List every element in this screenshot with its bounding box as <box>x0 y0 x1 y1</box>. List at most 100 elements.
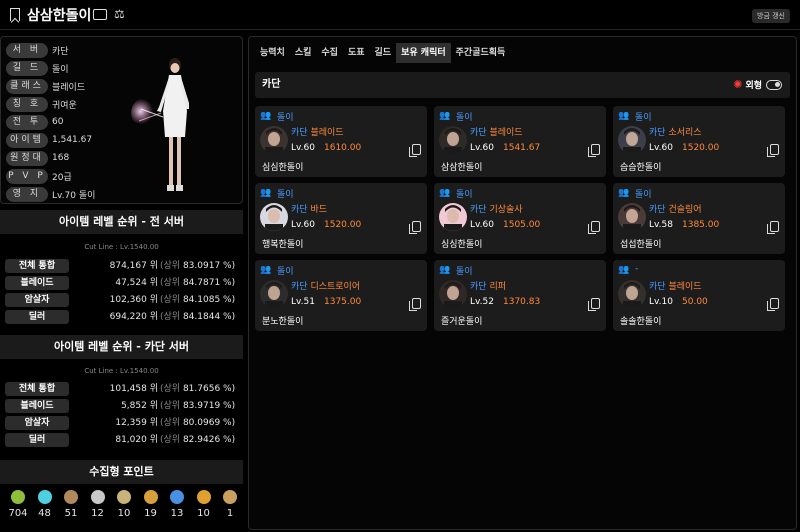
rank-percent: (상위 84.7871 %) <box>160 276 235 290</box>
tab-3[interactable]: 도표 <box>343 43 370 63</box>
rank-percent-prefix: (상위 <box>160 312 181 322</box>
rank-value: 102,360 위 <box>72 293 158 307</box>
copy-icon[interactable] <box>767 221 779 234</box>
character-class-name: 기상술사 <box>489 205 523 215</box>
copy-icon[interactable] <box>409 298 421 311</box>
character-guild: 돌이 <box>277 267 294 277</box>
rank-percent-prefix: (상위 <box>160 435 181 445</box>
character-card[interactable]: 👥 돌이 카단 바드 Lv.60 1520.00 행복한돌이 <box>255 183 427 254</box>
copy-icon[interactable] <box>588 298 600 311</box>
character-item-level: 1520.00 <box>682 143 720 153</box>
rank-percent-value: 84.7871 %) <box>182 278 236 288</box>
character-server: 카단 <box>649 282 666 292</box>
tab-1[interactable]: 스킬 <box>290 43 317 63</box>
copy-icon[interactable] <box>588 144 600 157</box>
character-item-level: 1541.67 <box>503 143 541 153</box>
rank-label: 전체 통합 <box>5 382 69 396</box>
collection-item[interactable]: 51 <box>60 490 82 519</box>
character-item-level: 50.00 <box>682 297 708 307</box>
rank-unit: 위 <box>149 312 158 322</box>
appearance-toggle-group: ✺ 외형 <box>733 78 782 91</box>
rank-number: 102,360 <box>109 295 147 305</box>
tab-bar: 능력치 스킬 수집 도표 길드 보유 캐릭터 주간골드획득 <box>255 43 510 65</box>
character-name: 행복한돌이 <box>262 240 304 250</box>
tab-5[interactable]: 보유 캐릭터 <box>396 43 451 63</box>
character-server: 카단 <box>649 205 666 215</box>
rank-label: 블레이드 <box>5 399 69 413</box>
ranking-all-title: 아이템 레벨 순위 - 전 서버 <box>0 210 243 234</box>
rank-number: 81,020 <box>115 435 147 445</box>
profile-panel: 서 버 카단 길 드 돌이 클래스 블레이드 칭 호 귀여운 전 투 60 아이템 1,541.67 원… <box>0 36 243 204</box>
collection-count: 1 <box>226 508 234 519</box>
guild-icon: 👥 <box>260 111 272 121</box>
character-card[interactable]: 👥 돌이 카단 소서리스 Lv.60 1520.00 슴슴한돌이 <box>613 106 785 177</box>
character-card[interactable]: 👥 돌이 카단 기상술사 Lv.60 1505.00 싱싱한돌이 <box>434 183 606 254</box>
profile-label: 영 지 <box>6 186 48 202</box>
character-class-name: 블레이드 <box>310 128 344 138</box>
rank-row: 암살자 102,360 위 (상위 84.1085 %) <box>0 293 243 308</box>
rank-percent-value: 80.0969 %) <box>182 418 236 428</box>
character-guild: 돌이 <box>456 190 473 200</box>
tab-4[interactable]: 길드 <box>370 43 397 63</box>
rank-value: 101,458 위 <box>72 382 158 396</box>
giant-heart-icon <box>90 490 105 504</box>
profile-value: 20급 <box>52 172 72 183</box>
character-card[interactable]: 👥 돌이 카단 건슬링어 Lv.58 1385.00 섭섭한돌이 <box>613 183 785 254</box>
collection-points: 704 48 51 12 10 19 13 10 1 <box>0 490 243 530</box>
character-item-level: 1505.00 <box>503 220 541 230</box>
copy-icon[interactable] <box>767 144 779 157</box>
rank-label: 전체 통합 <box>5 259 69 273</box>
character-item-level: 1520.00 <box>324 220 362 230</box>
copy-icon[interactable] <box>588 221 600 234</box>
character-card[interactable]: 👥 - 카단 블레이드 Lv.10 50.00 솔솔한돌이 <box>613 260 785 331</box>
collection-item[interactable]: 48 <box>34 490 56 519</box>
character-class: 카단 소서리스 <box>649 125 702 138</box>
guild-icon: 👥 <box>260 265 272 275</box>
collection-item[interactable]: 10 <box>113 490 135 519</box>
appearance-toggle[interactable] <box>766 79 782 90</box>
collection-item[interactable]: 19 <box>140 490 162 519</box>
collection-item[interactable]: 10 <box>193 490 215 519</box>
ignea-token-icon <box>117 490 131 504</box>
character-class-name: 리퍼 <box>489 282 506 292</box>
copy-icon[interactable] <box>409 221 421 234</box>
profile-label: 아이템 <box>6 132 48 148</box>
profile-row: 길 드 돌이 <box>6 60 69 76</box>
tab-6[interactable]: 주간골드획득 <box>451 43 511 63</box>
copy-icon[interactable] <box>409 144 421 157</box>
character-card[interactable]: 👥 돌이 카단 블레이드 Lv.60 1610.00 심심한돌이 <box>255 106 427 177</box>
character-item-level: 1375.00 <box>324 297 362 307</box>
scale-icon[interactable]: ⚖ <box>114 7 125 21</box>
profile-value: 60 <box>52 117 64 127</box>
rank-unit: 위 <box>149 261 158 271</box>
id-card-icon[interactable] <box>93 9 107 20</box>
rank-row: 전체 통합 101,458 위 (상위 81.7656 %) <box>0 382 243 397</box>
refresh-button[interactable]: 방금 갱신 <box>752 9 790 23</box>
collection-item[interactable]: 13 <box>166 490 188 519</box>
character-level: Lv.52 <box>470 297 494 307</box>
island-heart-icon <box>37 490 52 504</box>
character-card[interactable]: 👥 돌이 카단 리퍼 Lv.52 1370.83 즐거운돌이 <box>434 260 606 331</box>
copy-icon[interactable] <box>767 298 779 311</box>
bookmark-icon[interactable] <box>10 8 20 21</box>
character-level: Lv.60 <box>470 220 494 230</box>
character-item-level: 1385.00 <box>682 220 720 230</box>
character-level: Lv.60 <box>649 143 673 153</box>
collection-item[interactable]: 1 <box>219 490 241 519</box>
character-card[interactable]: 👥 돌이 카단 디스트로이어 Lv.51 1375.00 분노한돌이 <box>255 260 427 331</box>
character-name: 심심한돌이 <box>262 163 304 173</box>
tab-2[interactable]: 수집 <box>316 43 343 63</box>
character-card[interactable]: 👥 돌이 카단 블레이드 Lv.60 1541.67 삼삼한돌이 <box>434 106 606 177</box>
rank-percent-prefix: (상위 <box>160 401 181 411</box>
ranking-server-title: 아이템 레벨 순위 - 카단 서버 <box>0 335 243 359</box>
character-class: 카단 디스트로이어 <box>291 279 360 292</box>
tab-0[interactable]: 능력치 <box>255 43 290 63</box>
character-guild: 돌이 <box>277 113 294 123</box>
collection-item[interactable]: 12 <box>87 490 109 519</box>
collection-item[interactable]: 704 <box>7 490 29 519</box>
rank-percent: (상위 83.0917 %) <box>160 259 235 273</box>
rank-percent: (상위 82.9426 %) <box>160 433 235 447</box>
profile-label: 서 버 <box>6 42 48 58</box>
character-item-level: 1370.83 <box>503 297 541 307</box>
character-portrait <box>618 126 646 154</box>
